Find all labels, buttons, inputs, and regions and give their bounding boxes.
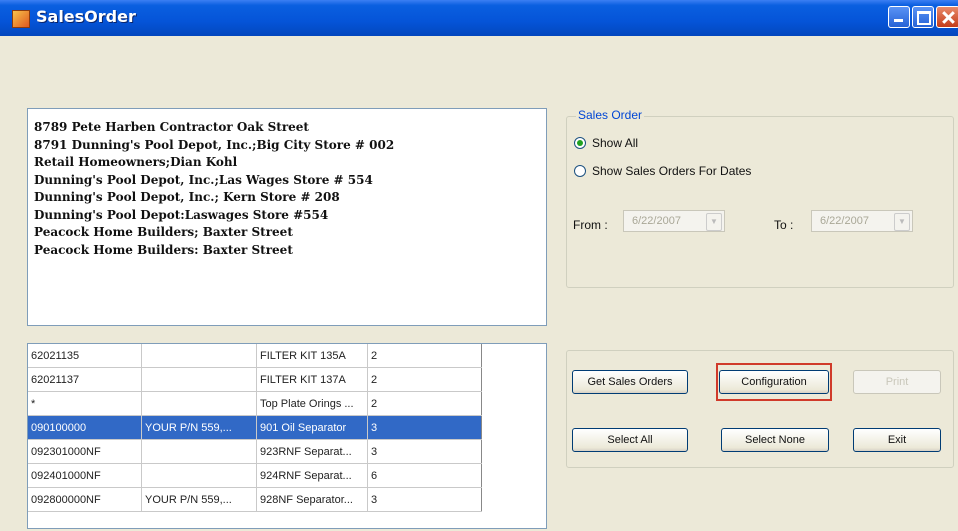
desc-cell[interactable]: YOUR P/N 559,... — [141, 487, 257, 512]
chevron-down-icon[interactable]: ▼ — [706, 213, 722, 231]
item-cell[interactable]: 092401000NF — [28, 463, 142, 488]
table-row[interactable]: 092401000NF 924RNF Separat... 6 — [28, 463, 482, 488]
customer-list[interactable]: 8789 Pete Harben Contractor Oak Street 8… — [27, 108, 547, 326]
table-row[interactable]: * Top Plate Orings ... 2 — [28, 391, 482, 416]
close-button[interactable] — [936, 6, 958, 28]
name-cell[interactable]: 901 Oil Separator — [256, 415, 368, 440]
sales-order-grid[interactable]: 62021135 FILTER KIT 135A 2 62021137 FILT… — [27, 343, 547, 529]
from-date-picker[interactable]: 6/22/2007 ▼ — [623, 210, 725, 232]
get-sales-orders-button[interactable]: Get Sales Orders — [572, 370, 688, 394]
qty-cell[interactable]: 3 — [367, 415, 482, 440]
name-cell[interactable]: 923RNF Separat... — [256, 439, 368, 464]
to-label: To : — [774, 218, 794, 232]
desc-cell[interactable] — [141, 463, 257, 488]
window-title: SalesOrder — [36, 7, 136, 26]
customer-item[interactable]: 8791 Dunning's Pool Depot, Inc.;Big City… — [34, 137, 540, 155]
item-cell[interactable]: 092301000NF — [28, 439, 142, 464]
title-bar: SalesOrder — [0, 0, 958, 36]
item-cell[interactable]: * — [28, 391, 142, 416]
qty-cell[interactable]: 2 — [367, 344, 482, 368]
maximize-button[interactable] — [912, 6, 934, 28]
customer-item[interactable]: Dunning's Pool Depot, Inc.; Kern Store #… — [34, 189, 540, 207]
configuration-button[interactable]: Configuration — [719, 370, 829, 394]
table-row[interactable]: 092800000NF YOUR P/N 559,... 928NF Separ… — [28, 487, 482, 512]
table-row[interactable]: 62021137 FILTER KIT 137A 2 — [28, 367, 482, 392]
item-cell[interactable]: 62021135 — [28, 344, 142, 368]
name-cell[interactable]: 928NF Separator... — [256, 487, 368, 512]
desc-cell[interactable] — [141, 439, 257, 464]
customer-item[interactable]: Peacock Home Builders: Baxter Street — [34, 242, 540, 260]
customer-item[interactable]: Retail Homeowners;Dian Kohl — [34, 154, 540, 172]
table-row-selected[interactable]: 090100000 YOUR P/N 559,... 901 Oil Separ… — [28, 415, 482, 440]
qty-cell[interactable]: 6 — [367, 463, 482, 488]
show-for-dates-label: Show Sales Orders For Dates — [592, 164, 752, 178]
app-icon — [12, 10, 30, 28]
desc-cell[interactable]: YOUR P/N 559,... — [141, 415, 257, 440]
show-for-dates-radio[interactable]: Show Sales Orders For Dates — [574, 164, 751, 178]
radio-checked-icon — [574, 137, 586, 149]
item-cell[interactable]: 092800000NF — [28, 487, 142, 512]
show-all-radio[interactable]: Show All — [574, 136, 638, 150]
name-cell[interactable]: 924RNF Separat... — [256, 463, 368, 488]
desc-cell[interactable] — [141, 367, 257, 392]
customer-item[interactable]: Dunning's Pool Depot:Laswages Store #554 — [34, 207, 540, 225]
item-cell[interactable]: 090100000 — [28, 415, 142, 440]
to-date-value: 6/22/2007 — [820, 215, 869, 227]
from-label: From : — [573, 218, 608, 232]
exit-button[interactable]: Exit — [853, 428, 941, 452]
print-button[interactable]: Print — [853, 370, 941, 394]
sales-order-legend: Sales Order — [576, 108, 645, 122]
customer-item[interactable]: Peacock Home Builders; Baxter Street — [34, 224, 540, 242]
minimize-button[interactable] — [888, 6, 910, 28]
radio-unchecked-icon — [574, 165, 586, 177]
customer-item[interactable]: Dunning's Pool Depot, Inc.;Las Wages Sto… — [34, 172, 540, 190]
to-date-picker[interactable]: 6/22/2007 ▼ — [811, 210, 913, 232]
name-cell[interactable]: Top Plate Orings ... — [256, 391, 368, 416]
qty-cell[interactable]: 2 — [367, 367, 482, 392]
select-all-button[interactable]: Select All — [572, 428, 688, 452]
name-cell[interactable]: FILTER KIT 135A — [256, 344, 368, 368]
qty-cell[interactable]: 2 — [367, 391, 482, 416]
name-cell[interactable]: FILTER KIT 137A — [256, 367, 368, 392]
table-row[interactable]: 092301000NF 923RNF Separat... 3 — [28, 439, 482, 464]
from-date-value: 6/22/2007 — [632, 215, 681, 227]
item-cell[interactable]: 62021137 — [28, 367, 142, 392]
chevron-down-icon[interactable]: ▼ — [894, 213, 910, 231]
table-row[interactable]: 62021135 FILTER KIT 135A 2 — [28, 344, 482, 368]
qty-cell[interactable]: 3 — [367, 439, 482, 464]
customer-item[interactable]: 8789 Pete Harben Contractor Oak Street — [34, 119, 540, 137]
select-none-button[interactable]: Select None — [721, 428, 829, 452]
show-all-label: Show All — [592, 136, 639, 150]
desc-cell[interactable] — [141, 391, 257, 416]
desc-cell[interactable] — [141, 344, 257, 368]
qty-cell[interactable]: 3 — [367, 487, 482, 512]
